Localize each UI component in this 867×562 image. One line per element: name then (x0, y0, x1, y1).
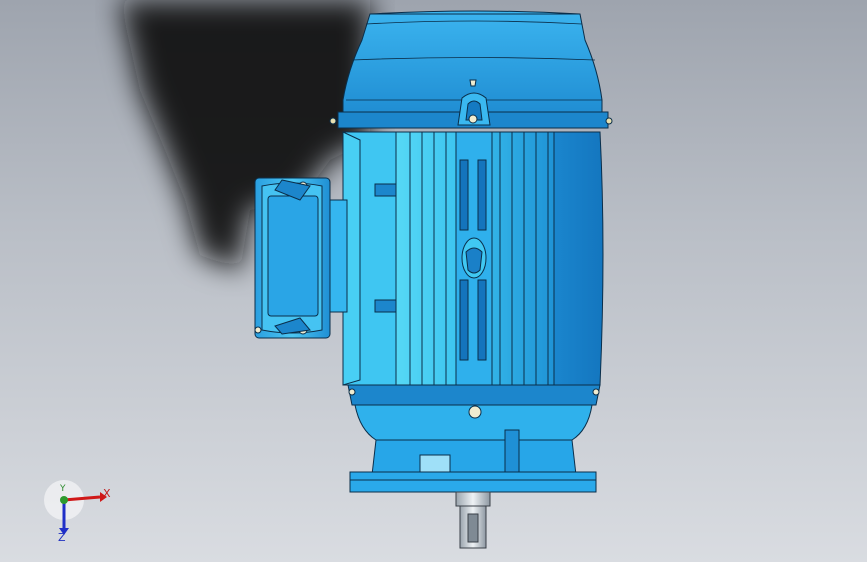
end-shield[interactable] (347, 384, 601, 476)
motor-model[interactable] (0, 0, 867, 562)
y-axis-dot-icon (60, 496, 68, 504)
z-axis-label: Z (58, 531, 66, 544)
x-axis-label: X (103, 487, 111, 500)
output-shaft[interactable] (455, 491, 491, 549)
3d-viewport[interactable]: X Y Z (0, 0, 867, 562)
y-axis-label: Y (60, 484, 66, 494)
mounting-flange[interactable] (349, 471, 597, 493)
cooling-fins (395, 131, 555, 386)
terminal-box[interactable] (254, 177, 348, 339)
